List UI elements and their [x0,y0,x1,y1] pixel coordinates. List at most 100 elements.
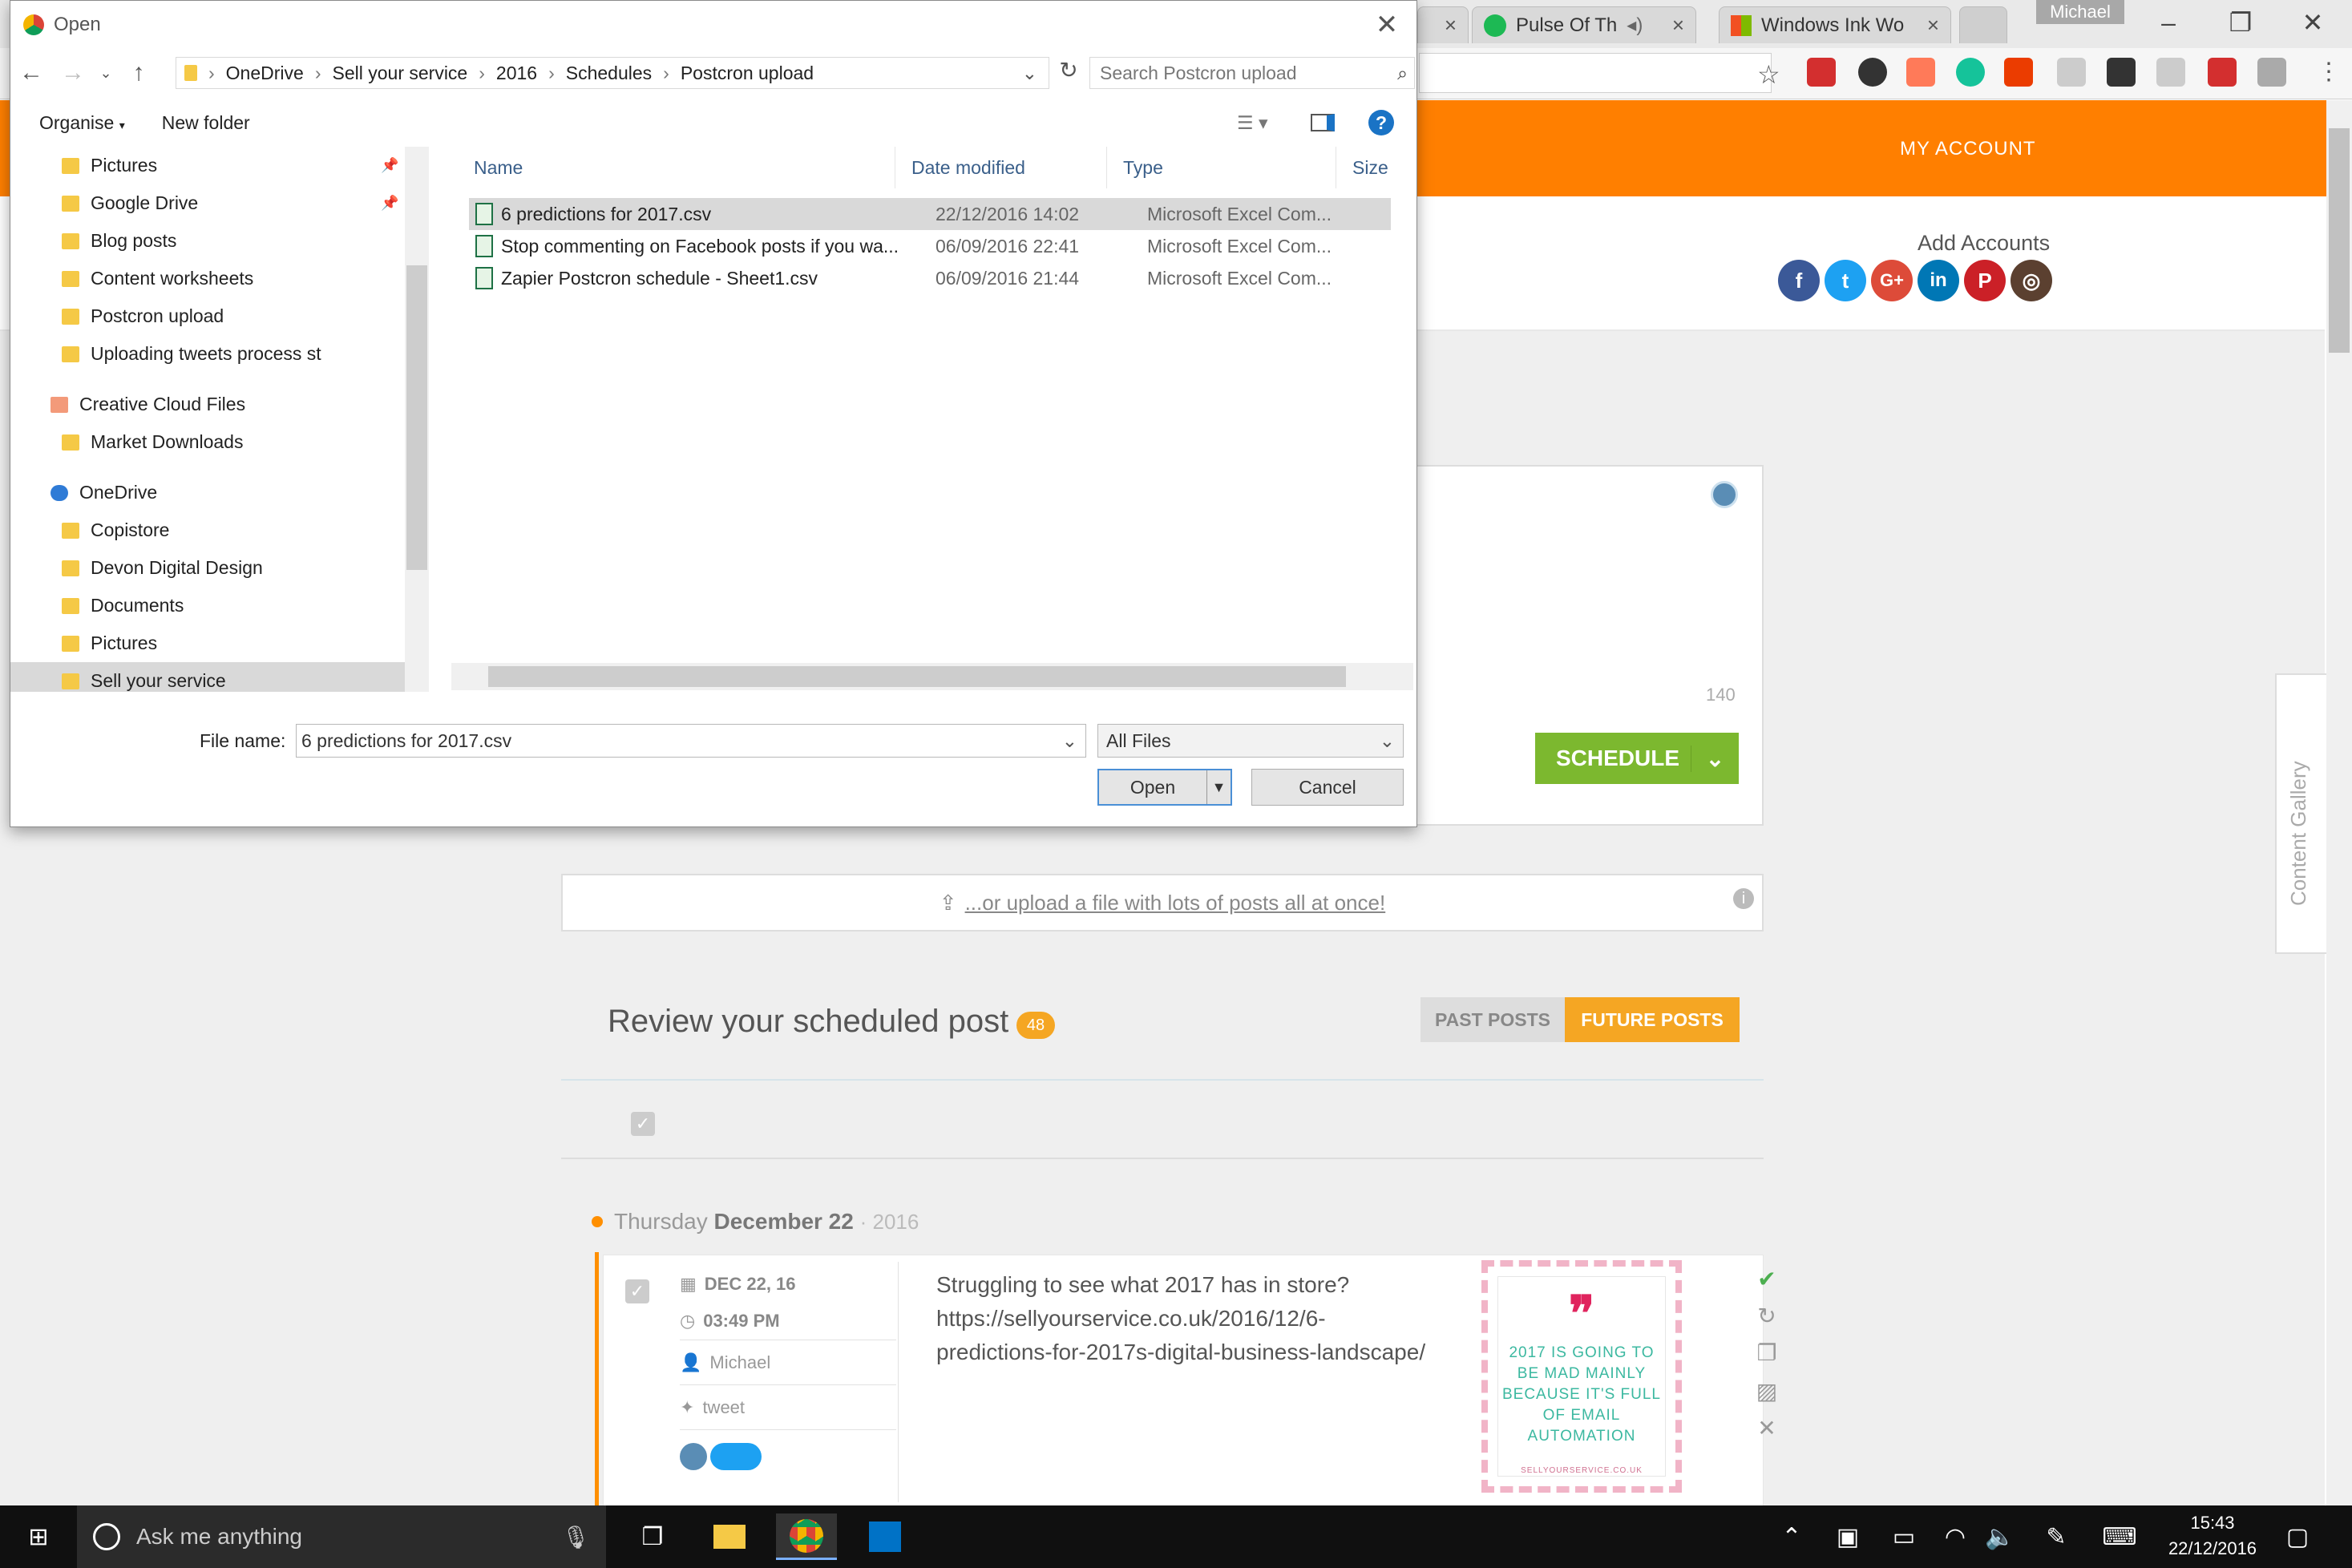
microphone-icon[interactable]: 🎙 [561,1524,590,1550]
nav-item-onedrive[interactable]: OneDrive [10,474,427,511]
select-all-checkbox[interactable]: ✓ [631,1112,655,1136]
nav-item-market-downloads[interactable]: Market Downloads [10,423,427,461]
tab-windows-ink[interactable]: Windows Ink Wo × [1719,6,1951,43]
schedule-button[interactable]: SCHEDULE ⌄ [1535,733,1739,784]
info-icon[interactable]: i [1733,888,1754,909]
pinterest-icon[interactable]: P [1964,260,2006,301]
close-window-icon[interactable]: ✕ [2277,0,2349,45]
tray-icon[interactable]: ▣ [1828,1513,1868,1560]
new-folder-button[interactable]: New folder [162,112,250,134]
nav-scrollbar-thumb[interactable] [406,265,427,570]
help-icon[interactable]: ? [1368,110,1394,135]
chevron-down-icon[interactable]: ⌄ [1022,63,1037,84]
refresh-icon[interactable]: ↻ [1754,1303,1780,1329]
nav-item-creative-cloud[interactable]: Creative Cloud Files [10,386,427,423]
google-plus-icon[interactable]: G+ [1871,260,1913,301]
forward-icon[interactable]: → [52,59,94,87]
back-icon[interactable]: ← [10,59,52,87]
minimize-icon[interactable]: – [2132,0,2204,45]
battery-icon[interactable]: ▭ [1884,1513,1924,1560]
file-name-input[interactable]: 6 predictions for 2017.csv ⌄ [296,724,1086,758]
upload-link[interactable]: ...or upload a file with lots of posts a… [965,891,1386,915]
extension-camera-icon[interactable] [2057,58,2086,87]
close-icon[interactable]: ✕ [1367,7,1407,42]
breadcrumb[interactable]: › OneDrive › Sell your service › 2016 › Sche… [176,57,1049,89]
nav-item-devon-digital-design[interactable]: Devon Digital Design [10,549,427,587]
ink-workspace-icon[interactable]: ✎ [2036,1513,2076,1560]
tab-partial[interactable]: × [1417,6,1469,43]
cancel-button[interactable]: Cancel [1251,769,1404,806]
extension-clip-icon[interactable] [2208,58,2237,87]
linkedin-icon[interactable]: in [1918,260,1959,301]
bookmark-star-icon[interactable]: ☆ [1757,59,1780,90]
wifi-icon[interactable]: ◠ [1935,1513,1975,1560]
file-row[interactable]: Stop commenting on Facebook posts if you… [469,230,1391,262]
file-row[interactable]: 6 predictions for 2017.csv 22/12/2016 14:… [469,198,1391,230]
nav-item-postcron-upload[interactable]: Postcron upload [10,297,427,335]
nav-item-sell-your-service[interactable]: Sell your service [10,662,427,692]
nav-item-google-drive[interactable]: Google Drive 📌 [10,184,427,222]
column-name[interactable]: Name [435,147,895,188]
start-icon[interactable]: ⊞ [8,1513,69,1560]
profile-name[interactable]: Michael [2036,0,2124,24]
volume-icon[interactable]: 🔈 [1980,1513,2020,1560]
close-icon[interactable]: × [1927,13,1939,38]
file-type-select[interactable]: All Files ⌄ [1097,724,1404,758]
open-button[interactable]: Open ▼ [1097,769,1232,806]
column-type[interactable]: Type [1107,147,1336,188]
task-view-icon[interactable]: ❐ [622,1513,683,1560]
chrome-icon[interactable] [776,1513,837,1560]
extension-lastpass-icon[interactable] [1807,58,1836,87]
tab-spotify[interactable]: Pulse Of Th ◂) × [1472,6,1696,43]
mute-icon[interactable]: ◂) [1627,14,1643,37]
nav-item-pictures[interactable]: Pictures 📌 [10,147,427,184]
close-icon[interactable]: × [1445,13,1457,38]
new-tab-button[interactable] [1959,6,2007,43]
column-date-modified[interactable]: Date modified [895,147,1107,188]
pin-icon[interactable]: 📌 [381,157,398,174]
extension-crown-icon[interactable] [2107,58,2136,87]
chevron-down-icon[interactable]: ⌄ [1062,730,1077,752]
nav-item-documents[interactable]: Documents [10,587,427,624]
nav-item-pictures-onedrive[interactable]: Pictures [10,624,427,662]
extension-grammarly-icon[interactable] [1956,58,1985,87]
breadcrumb-item[interactable]: Schedules [566,63,652,84]
scrollbar-thumb[interactable] [2329,128,2350,353]
column-size[interactable]: Size [1336,147,1400,188]
view-options-icon[interactable]: ☰ ▾ [1237,112,1268,134]
instagram-icon[interactable]: ◎ [2011,260,2052,301]
past-posts-button[interactable]: PAST POSTS [1420,997,1565,1042]
preview-pane-icon[interactable] [1311,114,1335,131]
avatar[interactable] [1711,481,1738,508]
menu-dots-icon[interactable]: ⋮ [2317,58,2341,86]
cortana-search[interactable]: Ask me anything 🎙 [77,1505,606,1568]
extension-drive-icon[interactable] [2257,58,2286,87]
restore-icon[interactable]: ❐ [2204,0,2277,45]
nav-item-uploading-tweets[interactable]: Uploading tweets process st [10,335,427,373]
breadcrumb-item[interactable]: 2016 [496,63,537,84]
notifications-icon[interactable]: ▢ [2273,1513,2322,1560]
duplicate-icon[interactable]: ❐ [1754,1340,1780,1366]
my-account-link[interactable]: MY ACCOUNT [1900,138,2036,160]
keyboard-icon[interactable]: ⌨ [2095,1513,2144,1560]
upload-file-bar[interactable]: ⇪ ...or upload a file with lots of posts … [561,874,1764,932]
chevron-down-icon[interactable]: ⌄ [94,65,118,82]
facebook-icon[interactable]: f [1778,260,1820,301]
file-row[interactable]: Zapier Postcron schedule - Sheet1.csv 06/… [469,262,1391,294]
horizontal-scrollbar[interactable] [451,663,1413,690]
chevron-up-icon[interactable]: ⌃ [1772,1513,1812,1560]
extension-hubspot-icon[interactable] [1906,58,1935,87]
post-image[interactable]: ❞ 2017 IS GOING TO BE MAD MAINLY BECAUSE… [1481,1260,1682,1493]
extension-chat-icon[interactable] [2156,58,2185,87]
close-icon[interactable]: × [1672,13,1684,38]
delete-icon[interactable]: ✕ [1754,1416,1780,1441]
pin-icon[interactable]: 📌 [381,195,398,212]
chevron-down-icon[interactable]: ⌄ [1691,745,1739,772]
dropdown-arrow-icon[interactable]: ▼ [1206,770,1231,804]
organise-button[interactable]: Organise ▾ [39,112,125,134]
refresh-icon[interactable]: ↻ [1053,57,1085,83]
image-icon[interactable]: ▨ [1754,1379,1780,1404]
future-posts-button[interactable]: FUTURE POSTS [1565,997,1740,1042]
nav-item-copistore[interactable]: Copistore [10,511,427,549]
breadcrumb-item[interactable]: Sell your service [333,63,468,84]
